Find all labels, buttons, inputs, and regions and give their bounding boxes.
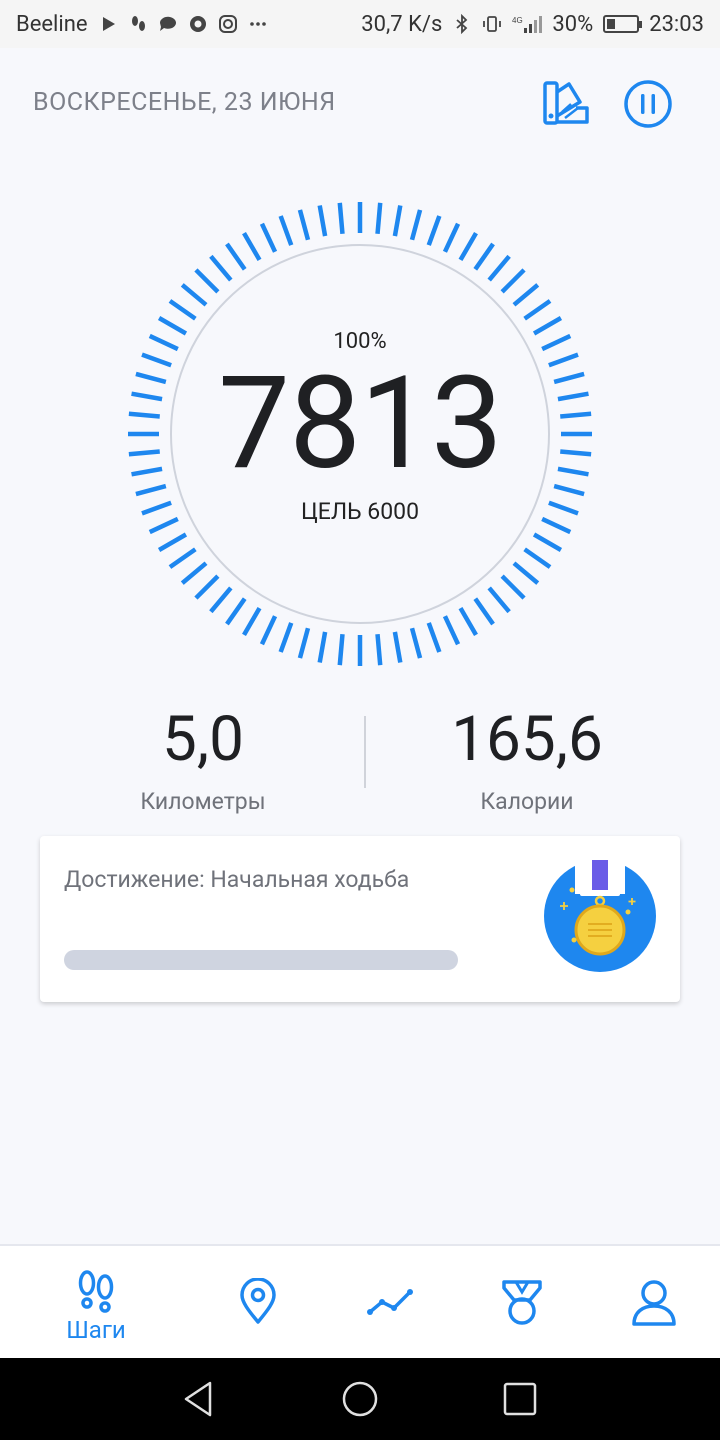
more-notifications-icon [248, 13, 268, 35]
bottom-navigation: Шаги [0, 1244, 720, 1358]
palette-icon [543, 81, 589, 125]
message-icon [158, 13, 178, 35]
system-navigation-bar [0, 1358, 720, 1440]
nav-statistics[interactable] [335, 1246, 445, 1358]
current-date: ВОСКРЕСЕНЬЕ, 23 ИЮНЯ [33, 88, 336, 117]
theme-button[interactable] [540, 78, 592, 130]
nav-steps-label: Шаги [66, 1316, 126, 1344]
vibrate-icon [482, 13, 502, 35]
home-circle-icon [342, 1381, 378, 1417]
nav-achievements[interactable] [467, 1246, 577, 1358]
battery-icon [603, 15, 643, 33]
stats-divider [364, 716, 366, 788]
battery-percent: 30% [552, 11, 594, 37]
achievement-title: Достижение: Начальная ходьба [64, 866, 410, 893]
footprints-icon [128, 13, 148, 35]
back-button[interactable] [177, 1376, 223, 1422]
footprints-icon [78, 1270, 114, 1313]
status-bar: Beeline 30,7 K/s 4G 30% 23:03 [0, 0, 720, 48]
trend-line-icon [367, 1289, 413, 1315]
status-bar-left: Beeline [16, 12, 268, 37]
back-triangle-icon [184, 1381, 212, 1417]
play-icon [98, 13, 118, 35]
calories-value: 165,6 [451, 703, 603, 776]
distance-stat: 5,0 Километры [53, 700, 353, 815]
recents-square-icon [503, 1382, 537, 1416]
location-pin-icon [240, 1278, 276, 1324]
distance-label: Километры [140, 788, 266, 815]
carrier-name: Beeline [16, 11, 88, 37]
home-button[interactable] [337, 1376, 383, 1422]
recents-button[interactable] [497, 1376, 543, 1422]
person-icon [632, 1280, 676, 1326]
achievement-card[interactable]: Достижение: Начальная ходьба [40, 836, 680, 1002]
achievement-progress-bar [64, 950, 458, 970]
step-goal: ЦЕЛЬ 6000 [300, 498, 420, 525]
medal-icon [544, 860, 656, 972]
distance-value: 5,0 [162, 703, 244, 776]
medal-icon [502, 1280, 542, 1325]
pause-icon [624, 80, 672, 128]
pause-button[interactable] [622, 78, 674, 130]
nav-profile[interactable] [599, 1246, 709, 1358]
clock: 23:03 [649, 11, 704, 37]
status-bar-right: 30,7 K/s 4G 30% 23:03 [361, 12, 704, 37]
step-count: 7813 [218, 349, 503, 499]
calories-label: Калории [480, 788, 574, 815]
instagram-icon [218, 13, 238, 35]
chrome-icon [188, 13, 208, 35]
nav-location[interactable] [203, 1246, 313, 1358]
nav-steps[interactable]: Шаги [41, 1246, 151, 1358]
signal-icon: 4G [512, 13, 543, 35]
bluetooth-icon [452, 13, 472, 35]
network-speed: 30,7 K/s [361, 11, 443, 37]
achievement-medal-badge [544, 860, 656, 972]
network-type: 4G [512, 16, 523, 25]
ring-center: 100% 7813 ЦЕЛЬ 6000 [120, 194, 600, 674]
calories-stat: 165,6 Калории [377, 700, 677, 815]
